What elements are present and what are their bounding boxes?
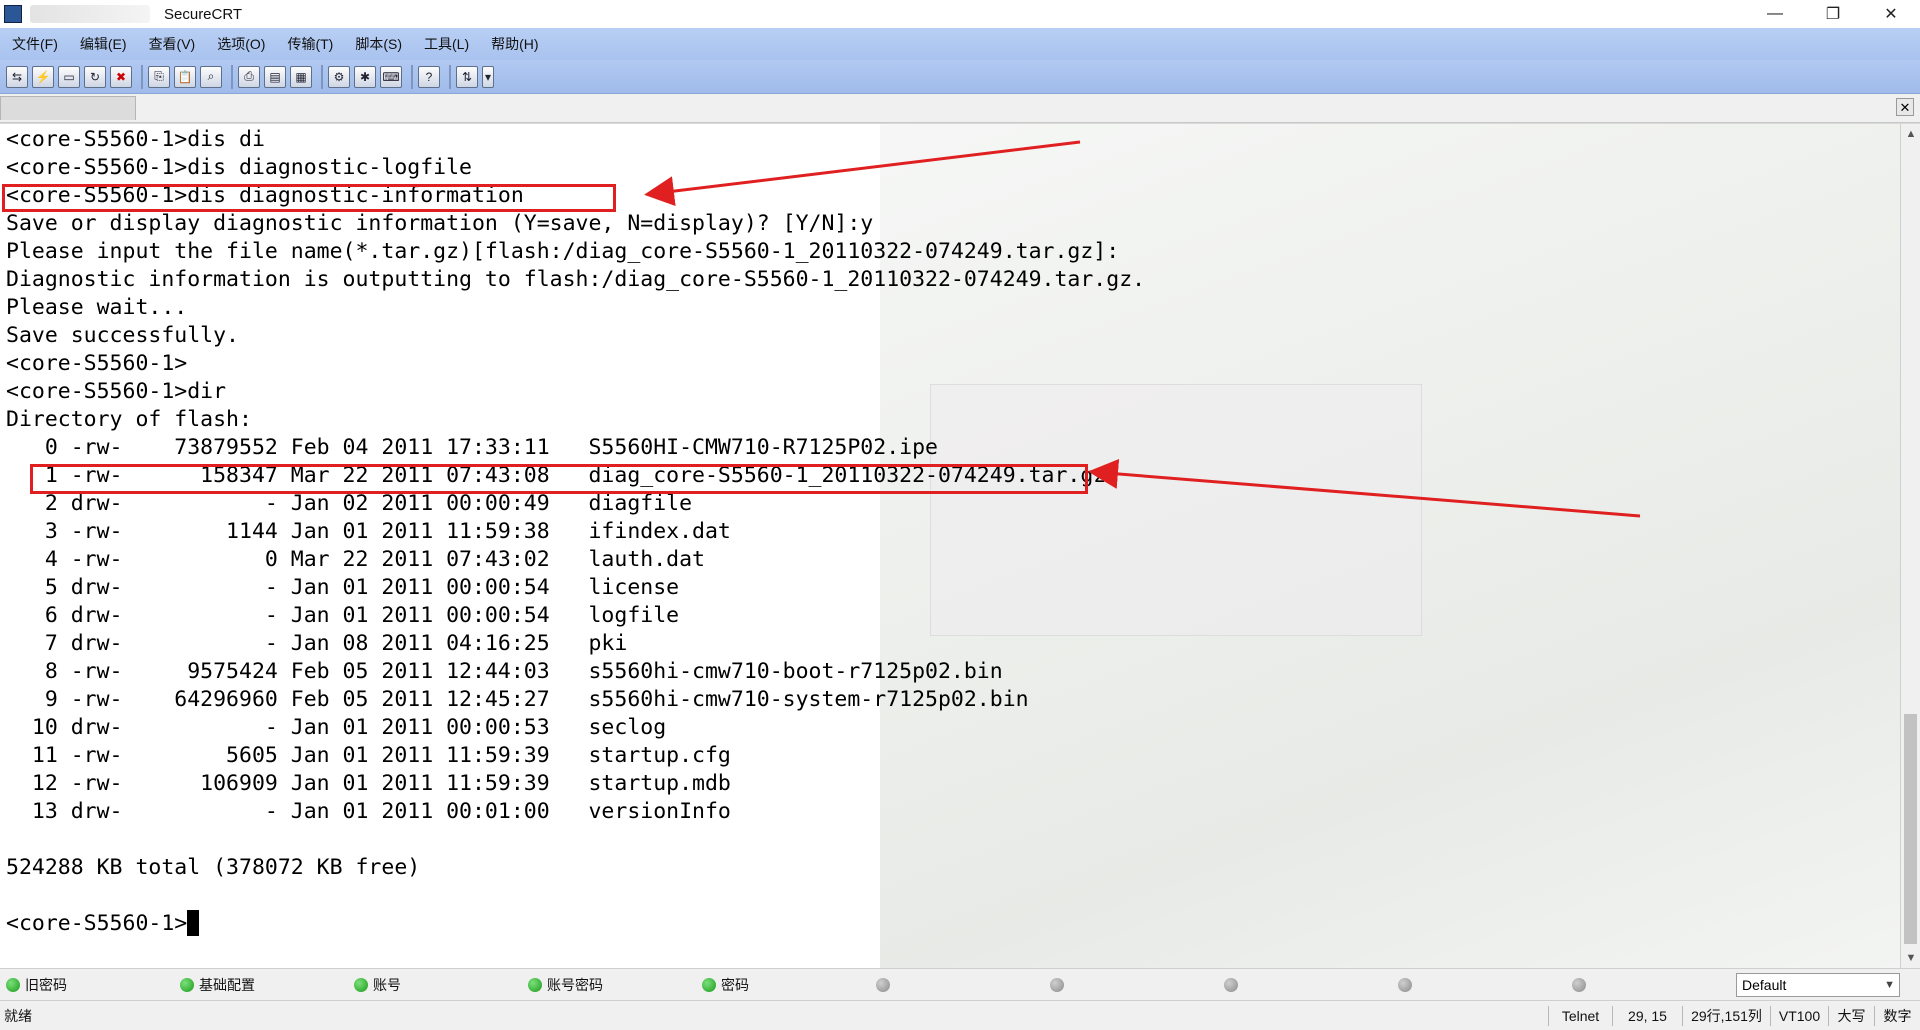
green-dot-icon [702,978,716,992]
vertical-scrollbar[interactable]: ▲ ▼ [1900,124,1920,968]
scroll-thumb[interactable] [1904,714,1917,944]
annotation-arrows [644,140,1641,518]
green-dot-icon [6,978,20,992]
window-controls: — ❐ ✕ [1746,0,1920,28]
toolbar-separator [141,64,143,89]
paste-icon[interactable]: 📋 [174,65,196,88]
menu-file[interactable]: 文件(F) [2,34,68,54]
toolbar-separator [411,64,413,89]
window-title: SecureCRT [164,5,243,23]
keymap-icon[interactable]: ⌨ [380,65,402,88]
find-icon[interactable]: ⌕ [200,65,222,88]
disconnect-icon[interactable]: ✖ [110,65,132,88]
button-label: 密码 [721,977,749,993]
menu-view[interactable]: 查看(V) [139,34,206,54]
toolbar-separator [321,64,323,89]
arrow-to-command [644,140,1081,207]
status-bar: 就绪 Telnet 29, 15 29行,151列 VT100 大写 数字 [0,1000,1920,1030]
title-bar: SecureCRT — ❐ ✕ [0,0,1920,28]
button-bar-select[interactable]: Default ▼ [1736,973,1900,997]
green-dot-icon [528,978,542,992]
status-protocol: Telnet [1548,1006,1612,1026]
button-label: 账号密码 [547,977,603,993]
restore-button[interactable]: ❐ [1804,0,1862,28]
menu-help[interactable]: 帮助(H) [481,34,548,54]
session-options-icon[interactable]: ⚙ [328,65,350,88]
gray-dot-icon [1050,978,1064,992]
button-old-password[interactable]: 旧密码 [6,974,67,996]
blurred-session-name [30,5,150,23]
menu-script[interactable]: 脚本(S) [345,34,412,54]
menu-tools[interactable]: 工具(L) [414,34,479,54]
print-setup-icon[interactable]: ▦ [290,65,312,88]
copy-icon[interactable]: ⎘ [148,65,170,88]
status-emulation: VT100 [1770,1006,1828,1026]
close-button[interactable]: ✕ [1862,0,1920,28]
scroll-up-icon[interactable]: ▲ [1901,124,1920,144]
menu-edit[interactable]: 编辑(E) [70,34,137,54]
button-empty-2[interactable] [1050,974,1064,996]
button-label: 基础配置 [199,977,255,993]
menu-bar: 文件(F) 编辑(E) 查看(V) 选项(O) 传输(T) 脚本(S) 工具(L… [0,28,1920,60]
status-caps-lock: 大写 [1828,1006,1874,1026]
securecrt-app-icon[interactable] [4,5,22,23]
status-terminal-size: 29行,151列 [1682,1006,1770,1026]
gray-dot-icon [876,978,890,992]
select-value: Default [1742,977,1787,993]
button-password[interactable]: 密码 [702,974,749,996]
minimize-button[interactable]: — [1746,0,1804,28]
button-empty-4[interactable] [1398,974,1412,996]
session-tab-bar: ✕ [0,94,1920,123]
toolbar: ⇆ ⚡ ▭ ↻ ✖ ⎘ 📋 ⌕ ⎙ ▤ ▦ ⚙ ✱ ⌨ ? ⇅ ▾ [0,60,1920,94]
scroll-down-icon[interactable]: ▼ [1901,948,1920,968]
close-tab-button[interactable]: ✕ [1896,98,1914,116]
session-tab[interactable] [0,96,136,120]
print-selection-icon[interactable]: ▤ [264,65,286,88]
button-empty-1[interactable] [876,974,890,996]
button-basic-config[interactable]: 基础配置 [180,974,255,996]
connect-in-tab-icon[interactable]: ▭ [58,65,80,88]
status-cursor-position: 29, 15 [1612,1006,1682,1026]
toolbar-separator [231,64,233,89]
gray-dot-icon [1572,978,1586,992]
button-label: 账号 [373,977,401,993]
quick-connect-icon[interactable]: ⚡ [32,65,54,88]
button-bar: 旧密码 基础配置 账号 账号密码 密码 Default ▼ [0,968,1920,1000]
button-account-password[interactable]: 账号密码 [528,974,603,996]
gray-dot-icon [1398,978,1412,992]
button-label: 旧密码 [25,977,67,993]
gray-dot-icon [1224,978,1238,992]
status-text: 就绪 [4,1008,32,1024]
chevron-down-icon: ▼ [1884,979,1895,991]
green-dot-icon [354,978,368,992]
global-options-icon[interactable]: ✱ [354,65,376,88]
sftp-icon[interactable]: ⇅ [456,65,478,88]
arrow-to-diag-file [1088,458,1641,518]
print-icon[interactable]: ⎙ [238,65,260,88]
toolbar-separator [449,64,451,89]
green-dot-icon [180,978,194,992]
menu-transfer[interactable]: 传输(T) [277,34,343,54]
status-num-lock: 数字 [1874,1006,1920,1026]
reconnect-icon[interactable]: ↻ [84,65,106,88]
menu-options[interactable]: 选项(O) [207,34,275,54]
connect-icon[interactable]: ⇆ [6,65,28,88]
button-account[interactable]: 账号 [354,974,401,996]
terminal-area[interactable]: <core-S5560-1>dis di <core-S5560-1>dis d… [0,124,1900,968]
help-icon[interactable]: ? [418,65,440,88]
toolbar-overflow-icon[interactable]: ▾ [482,65,494,88]
button-empty-5[interactable] [1572,974,1586,996]
button-empty-3[interactable] [1224,974,1238,996]
